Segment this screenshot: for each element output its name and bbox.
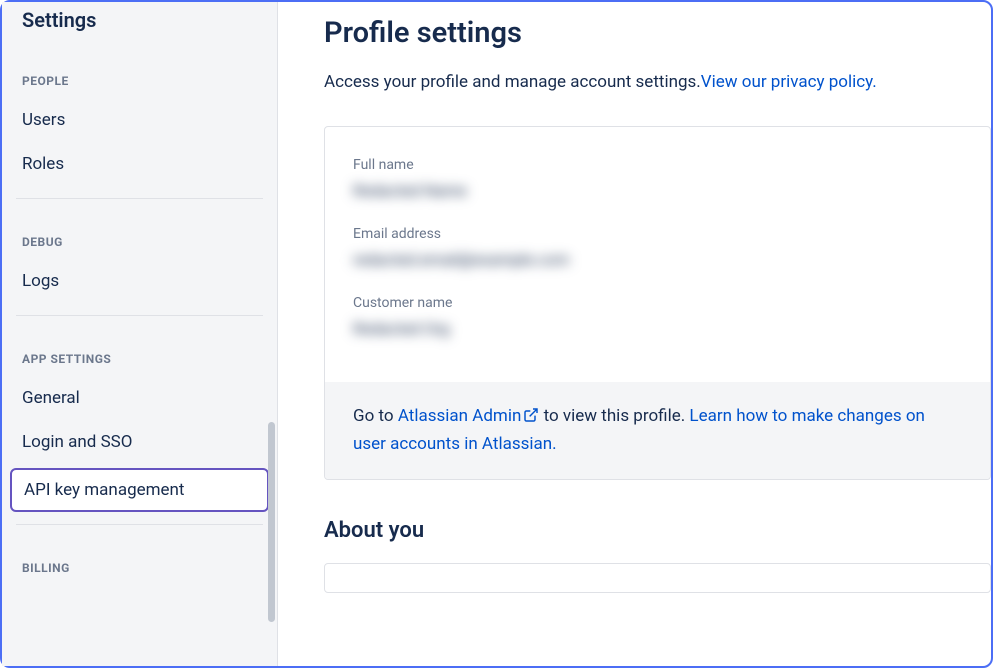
sidebar: Settings PEOPLE Users Roles DEBUG Logs A… bbox=[2, 2, 278, 666]
sidebar-item-api-key-management[interactable]: API key management bbox=[10, 468, 269, 512]
privacy-policy-link[interactable]: View our privacy policy. bbox=[701, 72, 877, 92]
sidebar-item-logs[interactable]: Logs bbox=[2, 259, 277, 303]
about-you-card bbox=[324, 563, 991, 593]
section-header-debug: DEBUG bbox=[2, 211, 277, 259]
external-link-icon bbox=[523, 406, 539, 432]
profile-card-body: Full name Redacted Name Email address re… bbox=[325, 127, 990, 382]
divider bbox=[16, 198, 263, 199]
field-label: Email address bbox=[353, 226, 962, 242]
atlassian-admin-link[interactable]: Atlassian Admin bbox=[398, 406, 540, 426]
field-label: Customer name bbox=[353, 295, 962, 311]
section-header-app-settings: APP SETTINGS bbox=[2, 328, 277, 376]
field-email: Email address redacted.email@example.com bbox=[353, 226, 962, 269]
divider bbox=[16, 524, 263, 525]
field-customer-name: Customer name Redacted Org bbox=[353, 295, 962, 338]
section-header-billing: BILLING bbox=[2, 537, 277, 585]
profile-card: Full name Redacted Name Email address re… bbox=[324, 126, 991, 480]
field-value: redacted.email@example.com bbox=[353, 250, 962, 269]
sidebar-item-roles[interactable]: Roles bbox=[2, 142, 277, 186]
section-header-people: PEOPLE bbox=[2, 50, 277, 98]
scrollbar[interactable] bbox=[268, 422, 275, 622]
field-label: Full name bbox=[353, 157, 962, 173]
description-text: Access your profile and manage account s… bbox=[324, 72, 701, 92]
divider bbox=[16, 315, 263, 316]
footer-prefix: Go to bbox=[353, 406, 398, 426]
footer-mid: to view this profile. bbox=[539, 406, 689, 426]
sidebar-item-users[interactable]: Users bbox=[2, 98, 277, 142]
field-value: Redacted Org bbox=[353, 319, 962, 338]
field-value: Redacted Name bbox=[353, 181, 962, 200]
sidebar-item-login-sso[interactable]: Login and SSO bbox=[2, 420, 277, 464]
profile-card-footer: Go to Atlassian Admin to view this profi… bbox=[325, 382, 990, 479]
sidebar-title: Settings bbox=[2, 2, 277, 50]
field-full-name: Full name Redacted Name bbox=[353, 157, 962, 200]
main-content: Profile settings Access your profile and… bbox=[278, 2, 991, 666]
page-title: Profile settings bbox=[324, 16, 991, 50]
about-you-title: About you bbox=[324, 518, 991, 543]
sidebar-item-general[interactable]: General bbox=[2, 376, 277, 420]
page-description: Access your profile and manage account s… bbox=[324, 72, 991, 92]
